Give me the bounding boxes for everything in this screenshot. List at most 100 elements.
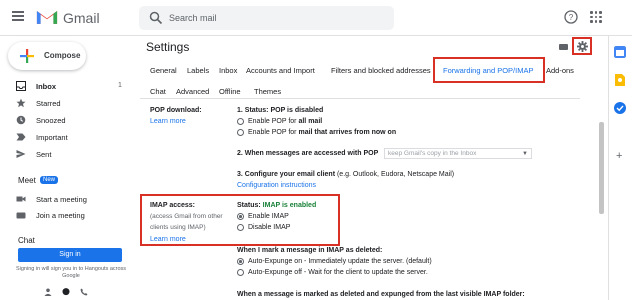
auto-expunge-on-label: Auto-Expunge on - Immediately update the… (248, 258, 432, 265)
inbox-count: 1 (118, 82, 122, 89)
tasks-icon[interactable] (614, 102, 626, 114)
signin-note: Signing in will sign you in to Hangouts … (15, 266, 127, 279)
pop-status: 1. Status: POP is disabled (237, 107, 324, 114)
add-addon-icon[interactable]: + (616, 150, 622, 162)
auto-expunge-off-rest: - Wait for the client to update the serv… (301, 269, 428, 276)
pop-step3: 3. Configure your email client (e.g. Out… (237, 171, 454, 178)
nav-item-label: Snoozed (36, 116, 66, 125)
tab-accounts-import[interactable]: Accounts and Import (246, 66, 315, 75)
nav-item-label: Join a meeting (36, 211, 85, 220)
tab-general[interactable]: General (150, 66, 177, 75)
tab-chat[interactable]: Chat (150, 87, 166, 96)
pop-option-prefix: Enable POP for (248, 118, 299, 125)
imap-access-sublabel: (access Gmail from other clients using I… (150, 213, 223, 231)
disable-imap-label: Disable IMAP (248, 224, 291, 231)
nav-item-snoozed[interactable]: Snoozed (0, 112, 130, 128)
configuration-instructions-link[interactable]: Configuration instructions (237, 182, 316, 189)
nav-item-label: Start a meeting (36, 195, 87, 204)
bottom-bar (44, 288, 88, 298)
meet-heading: Meet (18, 176, 36, 185)
search-icon[interactable] (149, 11, 163, 25)
pop-step3-bold: 3. Configure your email client (237, 171, 336, 178)
imap-expunged-heading: When a message is marked as deleted and … (237, 291, 525, 298)
search-bar[interactable]: Search mail (139, 6, 394, 30)
pop-step2-label: 2. When messages are accessed with POP (237, 150, 379, 157)
main-menu-icon[interactable] (12, 11, 24, 21)
send-icon (16, 150, 26, 158)
video-camera-icon (16, 196, 26, 202)
new-badge: New (40, 176, 59, 184)
nav-item-label: Inbox (36, 82, 56, 91)
important-icon (16, 133, 26, 141)
pop-option-bold: mail that arrives from now on (298, 129, 397, 136)
phone-icon[interactable] (80, 288, 88, 296)
pop-option-bold: all mail (298, 118, 323, 125)
imap-status-value: IMAP is enabled (262, 202, 317, 209)
help-icon[interactable]: ? (564, 10, 578, 24)
tab-forwarding-pop-imap[interactable]: Forwarding and POP/IMAP (443, 66, 533, 75)
tab-advanced[interactable]: Advanced (176, 87, 209, 96)
nav-item-important[interactable]: Important (0, 129, 130, 145)
star-icon (16, 98, 26, 108)
tab-offline[interactable]: Offline (219, 87, 241, 96)
keep-icon[interactable] (614, 74, 626, 86)
gear-icon[interactable] (577, 41, 588, 52)
keyboard-shortcuts-icon[interactable] (559, 44, 568, 50)
imap-status: Status: IMAP is enabled (237, 202, 316, 209)
hangouts-icon[interactable] (62, 288, 70, 296)
calendar-icon[interactable] (614, 46, 626, 58)
tab-inbox[interactable]: Inbox (219, 66, 237, 75)
pop-option-from-now: Enable POP for mail that arrives from no… (248, 129, 396, 136)
pop-learn-more-link[interactable]: Learn more (150, 118, 186, 125)
tab-themes[interactable]: Themes (254, 87, 281, 96)
pop-from-now-radio[interactable] (237, 129, 244, 136)
imap-deleted-heading: When I mark a message in IMAP as deleted… (237, 247, 383, 254)
app-name: Gmail (63, 10, 100, 26)
imap-access-label: IMAP access: (150, 202, 196, 209)
auto-expunge-on-radio[interactable] (237, 258, 244, 265)
auto-expunge-off-bold: Auto-Expunge off (248, 269, 302, 276)
auto-expunge-on-bold: Auto-Expunge on (248, 258, 303, 265)
start-meeting-item[interactable]: Start a meeting (0, 191, 130, 207)
enable-imap-label: Enable IMAP (248, 213, 289, 220)
pop-action-select[interactable]: keep Gmail's copy in the Inbox ▼ (384, 148, 532, 159)
top-bar: Gmail Search mail ? (0, 0, 632, 36)
nav-item-label: Starred (36, 99, 61, 108)
apps-grid-icon[interactable] (590, 11, 602, 23)
settings-highlight-box (572, 37, 592, 55)
auto-expunge-off-label: Auto-Expunge off - Wait for the client t… (248, 269, 428, 276)
keyboard-icon (16, 212, 26, 219)
tabs-divider (140, 98, 580, 99)
join-meeting-item[interactable]: Join a meeting (0, 207, 130, 223)
auto-expunge-off-radio[interactable] (237, 269, 244, 276)
imap-learn-more-link[interactable]: Learn more (150, 236, 186, 243)
pop-option-all-mail: Enable POP for all mail (248, 118, 322, 125)
disable-imap-radio[interactable] (237, 224, 244, 231)
nav-item-sent[interactable]: Sent (0, 146, 130, 162)
tab-filters-blocked[interactable]: Filters and blocked addresses (331, 66, 431, 75)
pop-option-prefix: Enable POP for (248, 129, 299, 136)
hangouts-signin-button[interactable]: Sign in (18, 248, 122, 262)
compose-button[interactable]: Compose (8, 42, 86, 70)
tab-addons[interactable]: Add-ons (546, 66, 574, 75)
search-placeholder: Search mail (169, 13, 217, 23)
imap-status-prefix: Status: (237, 202, 263, 209)
gmail-logo-icon[interactable] (36, 8, 58, 25)
nav-item-label: Sent (36, 150, 52, 159)
enable-imap-radio[interactable] (237, 213, 244, 220)
pop-step3-rest: (e.g. Outlook, Eudora, Netscape Mail) (335, 171, 455, 178)
compose-plus-icon (20, 49, 34, 63)
svg-text:?: ? (569, 13, 574, 22)
nav-item-label: Important (36, 133, 68, 142)
nav-item-inbox[interactable]: Inbox 1 (0, 78, 130, 94)
pop-action-select-value: keep Gmail's copy in the Inbox (388, 150, 477, 157)
compose-label: Compose (44, 51, 81, 60)
tab-labels[interactable]: Labels (187, 66, 209, 75)
nav-item-starred[interactable]: Starred (0, 95, 130, 111)
person-icon[interactable] (44, 288, 52, 296)
settings-scrollbar-thumb[interactable] (599, 122, 604, 214)
inbox-icon (16, 81, 26, 91)
pop-all-mail-radio[interactable] (237, 118, 244, 125)
page-title: Settings (146, 40, 190, 54)
pop-download-label: POP download: (150, 107, 202, 114)
